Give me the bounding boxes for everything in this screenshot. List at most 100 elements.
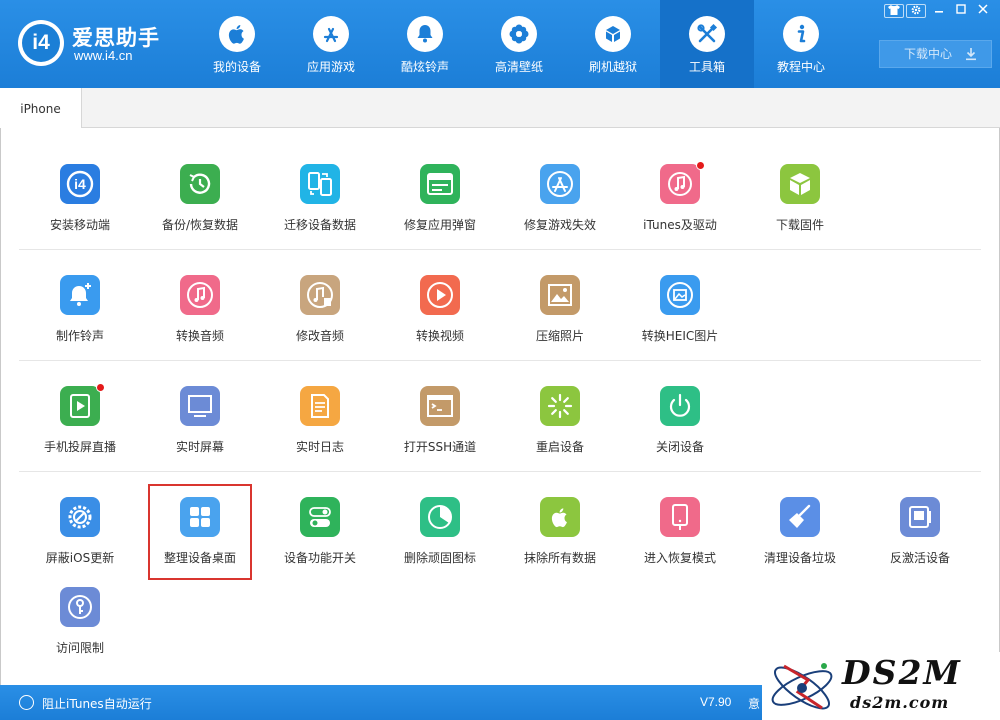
i4-logo: i4 (18, 20, 64, 66)
gear-icon[interactable] (906, 4, 926, 18)
tab-iphone[interactable]: iPhone (0, 88, 82, 129)
shirt-icon[interactable] (884, 4, 904, 18)
nav-wallpapers[interactable]: 高清壁纸 (472, 0, 566, 88)
tool-restart-device[interactable]: 重启设备 (500, 386, 620, 476)
tool-block-ios-update[interactable]: 屏蔽iOS更新 (20, 497, 140, 587)
migrate-phones-icon (308, 172, 332, 196)
broom-icon (789, 504, 811, 528)
itunes-icon (668, 172, 692, 196)
tool-download-firmware[interactable]: 下载固件 (740, 164, 860, 254)
tool-convert-heic[interactable]: 转换HEIC图片 (620, 275, 740, 365)
logo-mark: i4 (22, 24, 60, 62)
nav-label: 我的设备 (212, 60, 261, 74)
audio-edit-icon (307, 282, 333, 308)
tool-compress-photo[interactable]: 压缩照片 (500, 275, 620, 365)
nav-label: 应用游戏 (306, 60, 355, 74)
tool-label: 清理设备垃圾 (763, 551, 836, 565)
selection-highlight-box (148, 484, 252, 580)
version-label: V7.90 (700, 695, 732, 709)
nav-toolbox[interactable]: 工具箱 (660, 0, 754, 88)
backup-clock-icon (189, 173, 211, 194)
tool-label: 屏蔽iOS更新 (45, 551, 115, 565)
tool-edit-audio[interactable]: 修改音频 (260, 275, 380, 365)
toggle-icon (309, 507, 331, 527)
tool-shutdown-device[interactable]: 关闭设备 (620, 386, 740, 476)
tool-recovery-mode[interactable]: 进入恢复模式 (620, 497, 740, 587)
tool-label: 修复游戏失效 (523, 218, 596, 232)
device-tab-bar: iPhone (0, 88, 1000, 129)
recovery-phone-icon (672, 504, 688, 530)
appstore-fix-icon (547, 171, 573, 197)
close-icon[interactable] (972, 3, 994, 19)
tool-fix-app-popup[interactable]: 修复应用弹窗 (380, 164, 500, 254)
nav-tutorials[interactable]: 教程中心 (754, 0, 848, 88)
bell-icon (417, 25, 433, 43)
app-store-icon (323, 27, 339, 43)
nav-apps-games[interactable]: 应用游戏 (284, 0, 378, 88)
tool-install-mobile[interactable]: i4 安装移动端 (20, 164, 140, 254)
feedback-link[interactable]: 意 (748, 695, 760, 712)
tool-fix-game[interactable]: 修复游戏失效 (500, 164, 620, 254)
tool-live-screen[interactable]: 实时屏幕 (140, 386, 260, 476)
top-header: i4 爱思助手 www.i4.cn 我的设备 应用游戏 酷炫铃声 高清壁纸 刷机… (0, 0, 1000, 88)
tools-icon (697, 23, 718, 43)
minimize-icon[interactable] (928, 3, 950, 19)
window-controls (884, 3, 994, 19)
tool-convert-video[interactable]: 转换视频 (380, 275, 500, 365)
itunes-autorun-label[interactable]: 阻止iTunes自动运行 (42, 695, 152, 712)
tool-feature-switches[interactable]: 设备功能开关 (260, 497, 380, 587)
info-icon (797, 24, 806, 43)
watermark: DS2M ds2m.com (762, 652, 1000, 720)
tool-deactivate-device[interactable]: 反激活设备 (860, 497, 980, 587)
tool-label: 修改音频 (295, 329, 344, 343)
tool-access-restrictions[interactable]: 访问限制 (20, 587, 140, 677)
pie-icon (428, 505, 452, 529)
tool-label: 打开SSH通道 (403, 440, 477, 454)
tool-live-log[interactable]: 实时日志 (260, 386, 380, 476)
nav-flash-jailbreak[interactable]: 刷机越狱 (566, 0, 660, 88)
download-center-label: 下载中心 (904, 47, 953, 61)
tool-label: 反激活设备 (889, 551, 950, 565)
tool-screen-cast[interactable]: 手机投屏直播 (20, 383, 140, 476)
tool-label: 转换音频 (175, 329, 224, 343)
tool-migrate-data[interactable]: 迁移设备数据 (260, 164, 380, 254)
tool-clean-junk[interactable]: 清理设备垃圾 (740, 497, 860, 587)
tool-label: 压缩照片 (535, 329, 584, 343)
nav-label: 高清壁纸 (494, 60, 543, 74)
tool-label: 下载固件 (775, 218, 824, 232)
maximize-icon[interactable] (950, 3, 972, 19)
tool-erase-all-data[interactable]: 抹除所有数据 (500, 497, 620, 587)
cube-icon (790, 173, 810, 195)
terminal-icon (427, 395, 453, 417)
box-icon (606, 26, 620, 42)
tool-convert-audio[interactable]: 转换音频 (140, 275, 260, 365)
tool-label: 删除顽固图标 (403, 551, 476, 565)
nav-label: 刷机越狱 (588, 60, 637, 74)
brand-url: www.i4.cn (74, 48, 133, 63)
tool-itunes-driver[interactable]: iTunes及驱动 (620, 161, 740, 254)
svg-text:i4: i4 (74, 176, 86, 192)
tool-label: 转换视频 (415, 329, 464, 343)
tool-label: iTunes及驱动 (643, 218, 717, 232)
heic-icon (667, 282, 693, 308)
photo-icon (548, 284, 572, 306)
tool-label: 实时屏幕 (175, 440, 224, 454)
toolbox-panel: i4 安装移动端 备份/恢复数据 迁移设备数据 修复应用弹窗 修复游戏失效 iT… (0, 128, 1000, 685)
tool-label: 设备功能开关 (283, 551, 356, 565)
tool-delete-stubborn-icons[interactable]: 删除顽固图标 (380, 497, 500, 587)
itunes-autorun-toggle[interactable] (19, 695, 34, 710)
nav-my-device[interactable]: 我的设备 (190, 0, 284, 88)
download-center-button[interactable]: 下载中心 (879, 40, 992, 68)
notification-badge (696, 161, 705, 170)
tool-label: 备份/恢复数据 (161, 218, 239, 232)
tool-make-ringtone[interactable]: 制作铃声 (20, 275, 140, 365)
video-play-icon (427, 282, 453, 308)
tool-label: 进入恢复模式 (643, 551, 716, 565)
nav-ringtones[interactable]: 酷炫铃声 (378, 0, 472, 88)
apple-icon (228, 25, 244, 44)
tool-backup-restore[interactable]: 备份/恢复数据 (140, 164, 260, 254)
watermark-sub: ds2m.com (850, 693, 950, 712)
screen-cast-icon (70, 394, 90, 418)
tool-ssh-tunnel[interactable]: 打开SSH通道 (380, 386, 500, 476)
tool-label: 修复应用弹窗 (403, 218, 476, 232)
